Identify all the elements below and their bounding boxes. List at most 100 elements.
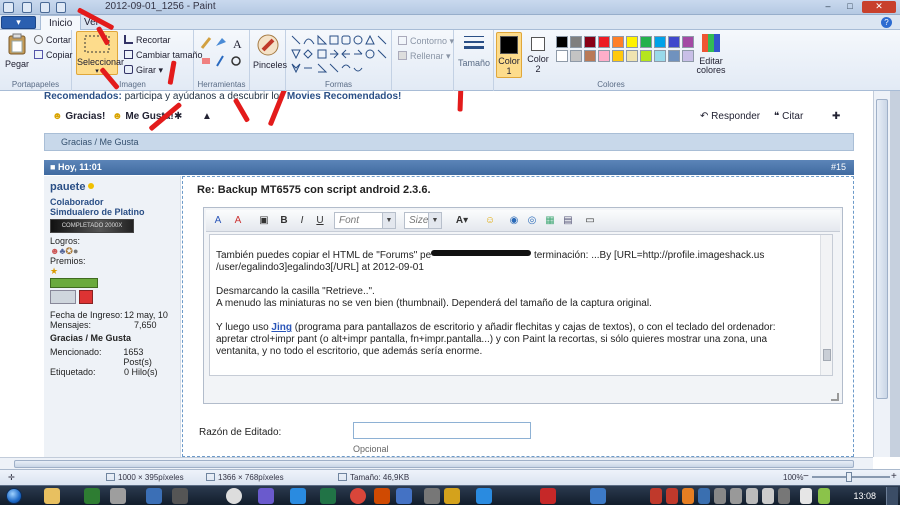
warning-icon[interactable]: ▲ [202,111,212,122]
text-color-icon[interactable]: A▾ [450,213,474,229]
help-icon[interactable]: ? [881,17,892,28]
palette-color-swatch[interactable] [640,36,652,48]
unlink-icon[interactable]: ◎ [524,213,540,229]
skype-taskbar-icon[interactable] [290,488,306,504]
edit-reason-input[interactable] [353,422,531,439]
palette-color-swatch[interactable] [598,36,610,48]
image-icon[interactable]: ▦ [542,213,558,229]
app-taskbar-icon[interactable] [84,488,100,504]
excel-taskbar-icon[interactable] [320,488,336,504]
zoom-slider-knob[interactable] [846,472,852,482]
app-taskbar-icon[interactable] [110,488,126,504]
palette-color-swatch[interactable] [584,36,596,48]
color2-button[interactable]: Color 2 [526,32,550,74]
fill-dropdown[interactable]: Rellenar ▾ [398,51,451,62]
palette-color-swatch[interactable] [626,36,638,48]
switch-mode-icon[interactable]: A [210,213,226,229]
reply-button[interactable]: ↶ Responder [700,111,760,122]
horizontal-scrollbar[interactable] [0,457,873,469]
taskbar-clock[interactable]: 13:08 [853,491,876,501]
crop-button[interactable]: Recortar [124,35,171,45]
show-desktop-button[interactable] [886,487,898,505]
video-icon[interactable]: ▤ [560,213,576,229]
size-button[interactable]: Tamaño [458,34,490,68]
vertical-scroll-thumb[interactable] [876,99,888,399]
palette-color-swatch[interactable] [654,50,666,62]
palette-color-swatch[interactable] [598,50,610,62]
palette-color-swatch[interactable] [556,50,568,62]
redo-quick-icon[interactable] [56,2,66,13]
tray-icon[interactable] [818,488,830,504]
tray-icon[interactable] [800,488,812,504]
select-button[interactable]: Seleccionar ▾ [76,31,124,75]
app-taskbar-icon[interactable] [540,488,556,504]
app-taskbar-icon[interactable] [590,488,606,504]
smiley-icon[interactable]: ☺ [482,213,498,229]
color1-button[interactable]: Color 1 [496,32,522,78]
zoom-slider[interactable] [812,472,890,482]
explorer-taskbar-icon[interactable] [44,488,60,504]
app-taskbar-icon[interactable] [146,488,162,504]
vertical-scrollbar[interactable] [873,91,890,457]
app-taskbar-icon[interactable] [172,488,188,504]
italic-icon[interactable]: I [294,213,310,229]
editor-scroll-thumb[interactable] [823,349,831,361]
palette-color-swatch[interactable] [682,50,694,62]
remove-format-icon[interactable]: A [230,213,246,229]
app-taskbar-icon[interactable] [226,488,242,504]
editor-resize-handle[interactable] [831,393,839,401]
rotate-button[interactable]: Girar ▾ [124,65,163,76]
paste-button[interactable]: Pegar [4,33,30,69]
app-taskbar-icon[interactable] [476,488,492,504]
palette-color-swatch[interactable] [668,50,680,62]
start-button[interactable] [6,488,22,504]
resize-button[interactable]: Cambiar tamaño [124,50,203,60]
app-taskbar-icon[interactable] [258,488,274,504]
tools-icons[interactable]: A [200,36,246,70]
minimize-button[interactable]: – [818,1,838,13]
paint-taskbar-icon[interactable] [444,488,460,504]
palette-color-swatch[interactable] [612,36,624,48]
tray-icon[interactable] [682,488,694,504]
file-menu-button[interactable]: ▾ [1,16,36,29]
paint-app-icon[interactable] [3,2,14,13]
paste-icon[interactable]: ▣ [256,213,272,229]
thanks-button[interactable]: ☻ Gracias! [52,111,105,122]
network-tray-icon[interactable] [762,488,774,504]
link-icon[interactable]: ◉ [506,213,522,229]
palette-color-swatch[interactable] [570,36,582,48]
tray-icon[interactable] [730,488,742,504]
bold-icon[interactable]: B [276,213,292,229]
palette-color-swatch[interactable] [570,50,582,62]
jing-link[interactable]: Jing [271,322,292,333]
close-button[interactable]: ✕ [862,1,896,13]
palette-color-swatch[interactable] [668,36,680,48]
brushes-button[interactable]: Pinceles [253,34,287,70]
undo-quick-icon[interactable] [40,2,50,13]
word-taskbar-icon[interactable] [396,488,412,504]
app-taskbar-icon[interactable] [424,488,440,504]
horizontal-scroll-thumb[interactable] [14,460,854,468]
post-number[interactable]: #15 [831,160,846,175]
star-icon[interactable]: ✱ [174,111,182,122]
tray-icon[interactable] [778,488,790,504]
maximize-button[interactable]: □ [840,1,860,13]
app-taskbar-icon[interactable] [374,488,390,504]
save-quick-icon[interactable] [22,2,32,13]
edit-colors-button[interactable]: Editar colores [696,33,726,75]
palette-color-swatch[interactable] [682,36,694,48]
palette-color-swatch[interactable] [556,36,568,48]
editor-scrollbar[interactable] [820,235,832,375]
chrome-taskbar-icon[interactable] [350,488,366,504]
palette-color-swatch[interactable] [654,36,666,48]
shapes-gallery[interactable] [290,34,388,74]
underline-icon[interactable]: U [312,213,328,229]
zoom-in-button[interactable]: + [891,471,897,482]
tray-icon[interactable] [650,488,662,504]
quote-bubble-icon[interactable]: ▭ [582,213,598,229]
palette-color-swatch[interactable] [626,50,638,62]
quote-button[interactable]: ❝ Citar [774,111,803,122]
username-link[interactable]: pauete [50,181,85,193]
volume-tray-icon[interactable] [746,488,758,504]
tray-icon[interactable] [666,488,678,504]
